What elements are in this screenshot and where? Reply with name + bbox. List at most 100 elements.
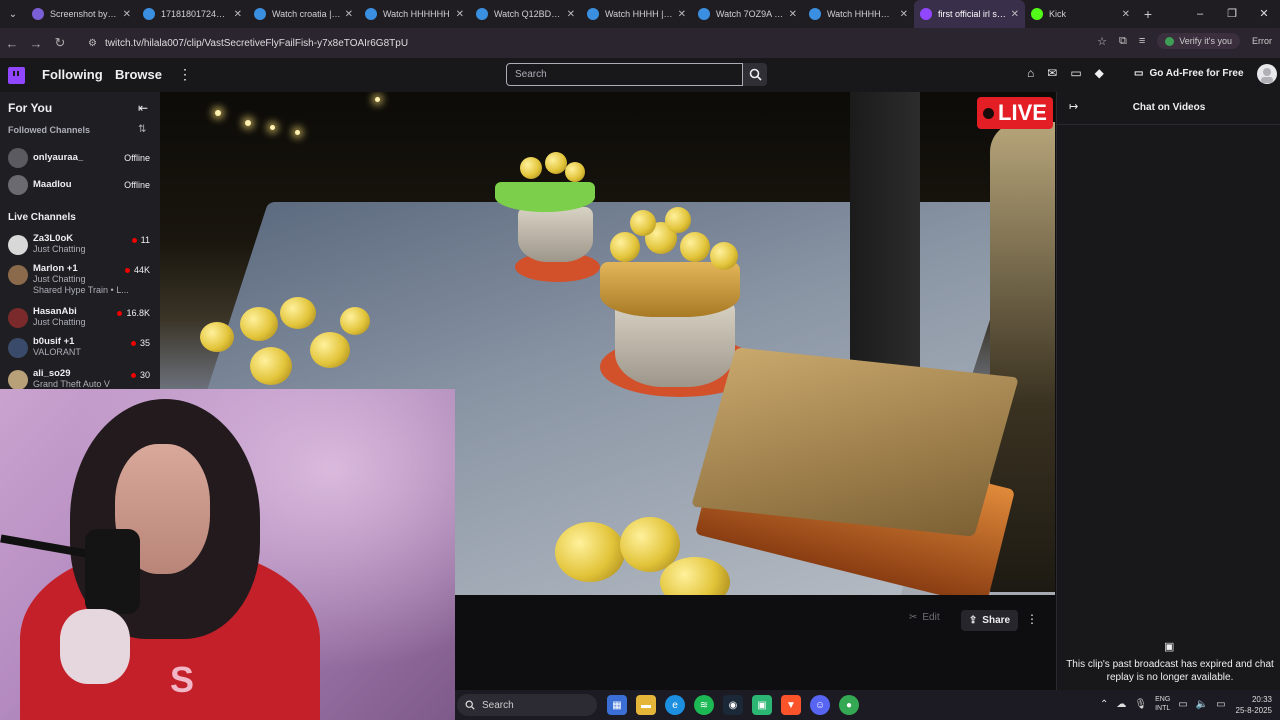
street-light bbox=[270, 125, 275, 130]
steam-icon[interactable]: ◉ bbox=[723, 695, 743, 715]
viewer-count: 16.8K bbox=[117, 308, 150, 318]
more-menu-icon[interactable]: ⋮ bbox=[178, 66, 192, 83]
url-field[interactable]: ⚙ twitch.tv/hilala007/clip/VastSecretive… bbox=[80, 32, 1088, 54]
video-scene-post bbox=[850, 92, 920, 392]
close-tab-icon[interactable]: ✕ bbox=[678, 9, 686, 20]
spotify-icon[interactable]: ≋ bbox=[694, 695, 714, 715]
discord-icon[interactable]: ☺ bbox=[810, 695, 830, 715]
user-avatar[interactable] bbox=[1257, 64, 1277, 84]
live-channel-item[interactable]: HasanAbi Just Chatting 16.8K bbox=[8, 306, 158, 334]
clock-date: 25-8-2025 bbox=[1235, 706, 1272, 715]
taskbar-search-label: Search bbox=[482, 699, 514, 711]
nav-icons: ⌂ ✉ ▭ ◆ bbox=[1027, 66, 1104, 80]
more-options-icon[interactable]: ⋮ bbox=[1026, 612, 1038, 626]
verify-profile-button[interactable]: Verify it's you bbox=[1157, 33, 1240, 49]
close-tab-icon[interactable]: ✕ bbox=[567, 9, 575, 20]
collapse-sidebar-icon[interactable]: ⇤ bbox=[138, 101, 148, 115]
volume-icon[interactable]: 🔈 bbox=[1196, 699, 1208, 710]
media-control-icon[interactable]: ≡ bbox=[1139, 35, 1145, 47]
tab-favicon-icon bbox=[476, 8, 488, 20]
edit-label: Edit bbox=[922, 612, 940, 623]
followed-channels-header: Followed Channels bbox=[8, 125, 91, 135]
live-channel-item[interactable]: Marlon +1 Just Chatting 44K Shared Hype Tra… bbox=[8, 263, 158, 295]
chat-panel: ↦ Chat on Videos ▣ This clip's past broa… bbox=[1056, 92, 1280, 690]
taskbar-search-icon bbox=[465, 700, 475, 710]
new-tab-button[interactable]: + bbox=[1136, 6, 1160, 22]
close-tab-icon[interactable]: ✕ bbox=[123, 9, 131, 20]
maximize-icon[interactable]: ❐ bbox=[1216, 0, 1248, 28]
edit-clip-button[interactable]: ✂ Edit bbox=[909, 612, 940, 623]
tray-chevron-icon[interactable]: ⌃ bbox=[1100, 699, 1108, 710]
close-tab-icon[interactable]: ✕ bbox=[456, 9, 464, 20]
search-button[interactable] bbox=[743, 63, 767, 86]
channel-avatar bbox=[8, 148, 28, 168]
prime-loot-icon[interactable]: ⌂ bbox=[1027, 66, 1034, 80]
sidebar-title: For You bbox=[8, 101, 53, 115]
taskbar-search[interactable]: Search bbox=[457, 694, 597, 716]
tab-label: 1718180172475 | bbox=[161, 9, 230, 19]
followed-channel-item[interactable]: Maadlou Offline bbox=[8, 173, 158, 201]
whispers-icon[interactable]: ▭ bbox=[1070, 66, 1081, 80]
browser-tab[interactable]: 1718180172475 | ✕ bbox=[137, 0, 248, 28]
bookmark-star-icon[interactable]: ☆ bbox=[1097, 35, 1107, 48]
back-icon[interactable]: ← bbox=[0, 36, 24, 51]
video-scene-fruit bbox=[630, 210, 656, 236]
battery-icon[interactable]: ▭ bbox=[1216, 699, 1225, 710]
file-explorer-icon[interactable]: ▬ bbox=[636, 695, 656, 715]
followed-channel-item[interactable]: onlyauraa_ Offline bbox=[8, 146, 158, 174]
language-indicator[interactable]: ENG INTL bbox=[1155, 695, 1170, 713]
app-icon[interactable]: ▣ bbox=[752, 695, 772, 715]
twitch-logo-icon[interactable] bbox=[8, 67, 25, 84]
live-channel-item[interactable]: Za3L0oK Just Chatting 11 bbox=[8, 233, 158, 261]
live-badge: LIVE bbox=[977, 97, 1053, 129]
forward-icon[interactable]: → bbox=[24, 36, 48, 51]
brave-icon[interactable]: ▼ bbox=[781, 695, 801, 715]
close-tab-icon[interactable]: ✕ bbox=[1011, 9, 1019, 20]
browser-tab[interactable]: Kick ✕ bbox=[1025, 0, 1136, 28]
site-info-icon[interactable]: ⚙ bbox=[88, 38, 97, 49]
browse-link[interactable]: Browse bbox=[115, 67, 162, 82]
search-input[interactable]: Search bbox=[506, 63, 743, 86]
tab-search-dropdown-icon[interactable]: ⌄ bbox=[0, 0, 26, 28]
clock-time: 20:33 bbox=[1251, 695, 1272, 704]
minimize-icon[interactable]: – bbox=[1184, 0, 1216, 28]
tray-mic-icon[interactable]: 🎙 bbox=[1134, 699, 1147, 710]
close-window-icon[interactable]: ✕ bbox=[1248, 0, 1280, 28]
channel-status: Offline bbox=[124, 153, 150, 163]
edge-icon[interactable]: e bbox=[665, 695, 685, 715]
reload-icon[interactable]: ↻ bbox=[48, 35, 72, 51]
tab-favicon-icon bbox=[698, 8, 710, 20]
close-tab-icon[interactable]: ✕ bbox=[345, 9, 353, 20]
close-tab-icon[interactable]: ✕ bbox=[789, 9, 797, 20]
chrome-icon[interactable]: ● bbox=[839, 695, 859, 715]
browser-tab[interactable]: Watch 7OZ9A | St ✕ bbox=[692, 0, 803, 28]
inbox-icon[interactable]: ✉ bbox=[1047, 66, 1057, 80]
following-link[interactable]: Following bbox=[42, 67, 103, 82]
browser-tab[interactable]: Screenshot by Lig ✕ bbox=[26, 0, 137, 28]
share-button[interactable]: ⇪ Share bbox=[961, 610, 1018, 631]
bits-icon[interactable]: ◆ bbox=[1095, 66, 1104, 80]
browser-tab[interactable]: Watch HHHHHH ✕ bbox=[359, 0, 470, 28]
taskbar-clock[interactable]: 20:33 25-8-2025 bbox=[1236, 694, 1272, 716]
viewer-count-value: 16.8K bbox=[126, 308, 150, 318]
video-scene-fruit bbox=[545, 152, 567, 174]
browser-tab[interactable]: Watch HHHH | St ✕ bbox=[581, 0, 692, 28]
close-tab-icon[interactable]: ✕ bbox=[900, 9, 908, 20]
video-scene-fruit bbox=[280, 297, 316, 329]
display-icon[interactable]: ▭ bbox=[1178, 699, 1187, 710]
error-button[interactable]: Error bbox=[1252, 36, 1272, 46]
go-ad-free-button[interactable]: ▭ Go Ad-Free for Free bbox=[1134, 68, 1244, 79]
url-text: twitch.tv/hilala007/clip/VastSecretiveFl… bbox=[104, 37, 409, 49]
extensions-icon[interactable]: ⧉ bbox=[1119, 35, 1127, 48]
browser-tab[interactable]: Watch HHHHH | S ✕ bbox=[803, 0, 914, 28]
tray-app-icon[interactable]: ☁ bbox=[1116, 699, 1126, 710]
browser-tab[interactable]: first official irl stre ✕ bbox=[914, 0, 1025, 28]
close-tab-icon[interactable]: ✕ bbox=[1122, 9, 1130, 20]
task-view-icon[interactable]: ▦ bbox=[607, 695, 627, 715]
sort-icon[interactable]: ⇅ bbox=[138, 124, 146, 135]
browser-tab[interactable]: Watch croatia | St ✕ bbox=[248, 0, 359, 28]
channel-category: Grand Theft Auto V bbox=[33, 379, 110, 389]
close-tab-icon[interactable]: ✕ bbox=[234, 9, 242, 20]
live-channel-item[interactable]: b0usif +1 VALORANT 35 bbox=[8, 336, 158, 364]
browser-tab[interactable]: Watch Q12BD | St ✕ bbox=[470, 0, 581, 28]
